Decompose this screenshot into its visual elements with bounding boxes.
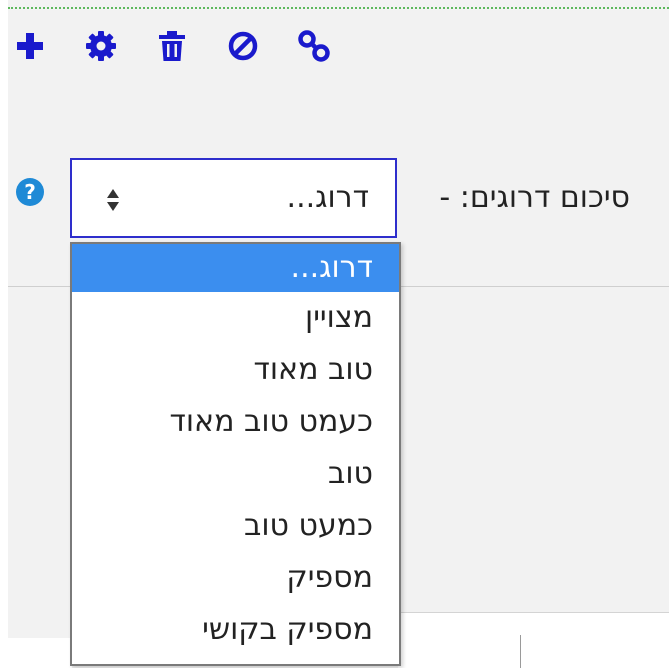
page: ? דרוג... סיכום דרוגים: - דרוג... מצויין… — [0, 0, 669, 668]
block-button[interactable] — [223, 26, 263, 66]
section-divider-left — [8, 286, 72, 287]
add-button[interactable] — [10, 26, 50, 66]
delete-button[interactable] — [152, 26, 192, 66]
dropdown-option[interactable]: טוב מאוד — [72, 344, 399, 396]
link-icon — [298, 30, 330, 62]
dropdown-option[interactable]: מספיק בקושי — [72, 604, 399, 656]
settings-button[interactable] — [81, 26, 121, 66]
toolbar — [10, 24, 365, 68]
select-arrows-icon — [107, 189, 119, 211]
bottom-vertical-divider — [520, 635, 521, 668]
bottom-left-panel — [8, 638, 72, 668]
gear-icon — [86, 31, 116, 61]
left-edge-strip — [0, 0, 8, 668]
dropdown-option[interactable]: כמעט טוב — [72, 500, 399, 552]
block-icon — [228, 31, 258, 61]
dropdown-option[interactable]: טוב — [72, 448, 399, 500]
rating-dropdown-list: דרוג... מצויין טוב מאוד כעמט טוב מאוד טו… — [70, 242, 401, 666]
link-button[interactable] — [294, 26, 334, 66]
dropdown-option[interactable]: דרוג... — [72, 244, 399, 292]
help-icon[interactable]: ? — [16, 178, 44, 206]
dropdown-option[interactable]: מספיק — [72, 552, 399, 604]
section-divider-right — [398, 286, 669, 287]
top-dotted-border — [8, 7, 669, 9]
rating-summary-label: סיכום דרוגים: - — [439, 180, 630, 215]
rating-summary-select[interactable]: דרוג... — [70, 158, 397, 238]
select-current-value: דרוג... — [286, 180, 369, 215]
trash-icon — [159, 31, 185, 61]
dropdown-option[interactable]: מצויין — [72, 292, 399, 344]
dropdown-option[interactable]: כעמט טוב מאוד — [72, 396, 399, 448]
rating-summary-row: ? דרוג... סיכום דרוגים: - — [0, 158, 669, 242]
bottom-panel — [398, 612, 669, 668]
plus-icon — [17, 33, 43, 59]
